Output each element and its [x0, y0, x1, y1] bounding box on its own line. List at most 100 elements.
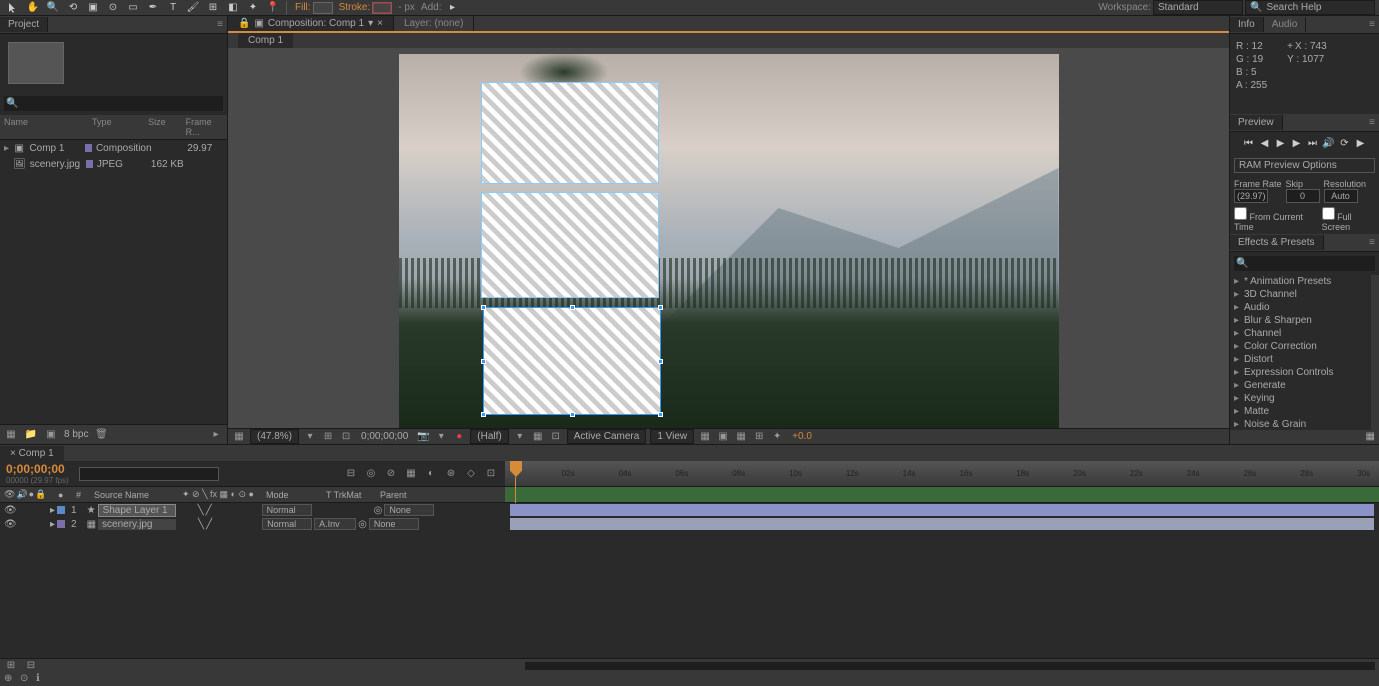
stroke-width[interactable]: - px [398, 2, 415, 13]
label-color[interactable] [86, 160, 93, 168]
expand-panel-icon[interactable]: ▸ [209, 428, 223, 442]
mode-dropdown[interactable]: Normal [262, 518, 312, 530]
search-help[interactable]: 🔍 Search Help [1245, 0, 1375, 15]
rectangle-tool[interactable]: ▭ [124, 1, 142, 15]
roto-tool[interactable]: ✦ [244, 1, 262, 15]
effects-category[interactable]: ▸Audio [1230, 301, 1371, 314]
audio-switch-icon[interactable]: 🔊 [16, 489, 27, 500]
first-frame-button[interactable]: ⏮ [1242, 136, 1256, 150]
rgb-icon[interactable]: ● [452, 430, 466, 444]
flowchart-icon[interactable]: ⊞ [752, 430, 766, 444]
roi-icon[interactable]: ▾ [513, 430, 527, 444]
timeline-timecode[interactable]: 0;00;00;00 [6, 462, 69, 476]
layer-bar[interactable] [510, 518, 1374, 530]
project-item[interactable]: 🖼 scenery.jpg JPEG 162 KB [0, 156, 227, 172]
always-preview-icon[interactable]: ▦ [232, 430, 246, 444]
quality-dropdown[interactable]: (Half) [470, 429, 508, 444]
label-color[interactable] [57, 520, 65, 528]
switch-icon[interactable]: ╲ [198, 519, 204, 530]
preview-tab[interactable]: Preview [1230, 115, 1283, 130]
prev-frame-button[interactable]: ◀ [1258, 136, 1272, 150]
from-current-time-check[interactable]: From Current Time [1234, 207, 1314, 232]
parent-dropdown[interactable]: None [369, 518, 419, 530]
solo-switch-icon[interactable]: ● [29, 489, 34, 500]
panel-menu-icon[interactable]: ≡ [1369, 19, 1375, 30]
label-color[interactable] [57, 506, 65, 514]
pickwhip-icon[interactable]: ◎ [358, 519, 367, 530]
folder-icon[interactable]: 📁 [24, 428, 38, 442]
effects-category[interactable]: ▸Color Correction [1230, 340, 1371, 353]
zoom-slider[interactable] [525, 662, 1375, 670]
bpc-label[interactable]: 8 bpc [64, 429, 88, 440]
comp-viewer-tab[interactable]: 🔒 ▣ Composition: Comp 1 ▾ × [228, 16, 394, 31]
interpret-icon[interactable]: ▦ [4, 428, 18, 442]
effects-category[interactable]: ▸* Animation Presets [1230, 275, 1371, 288]
brush-tool[interactable]: 🖌 [184, 1, 202, 15]
effects-search[interactable]: 🔍 [1234, 256, 1375, 271]
project-search-input[interactable] [18, 98, 221, 109]
panel-menu-icon[interactable]: ≡ [1369, 237, 1375, 248]
layer-viewer-tab[interactable]: Layer: (none) [394, 16, 474, 31]
effects-category[interactable]: ▸3D Channel [1230, 288, 1371, 301]
eraser-tool[interactable]: ◧ [224, 1, 242, 15]
expand-icon[interactable]: ▸ [4, 143, 13, 154]
pen-tool[interactable]: ✒ [144, 1, 162, 15]
views-dropdown[interactable]: 1 View [650, 429, 694, 444]
mode-col[interactable]: Mode [266, 490, 322, 500]
pixel-aspect-icon[interactable]: ▦ [698, 430, 712, 444]
pan-behind-tool[interactable]: ⊙ [104, 1, 122, 15]
channel-icon[interactable]: ▾ [434, 430, 448, 444]
reset-exposure-icon[interactable]: ✦ [770, 430, 784, 444]
ram-preview-button[interactable]: ▶ [1354, 136, 1368, 150]
hand-tool[interactable]: ✋ [24, 1, 42, 15]
text-tool[interactable]: T [164, 1, 182, 15]
info-tab[interactable]: Info [1230, 17, 1264, 32]
motion-blur-icon[interactable]: ◐ [423, 466, 439, 482]
effects-category[interactable]: ▸Expression Controls [1230, 366, 1371, 379]
timeline-search[interactable] [79, 467, 219, 481]
visibility-icon[interactable]: 👁 [4, 505, 16, 516]
full-screen-check[interactable]: Full Screen [1322, 207, 1375, 232]
clone-tool[interactable]: ⊞ [204, 1, 222, 15]
snapshot-icon[interactable]: 📷 [416, 430, 430, 444]
last-frame-button[interactable]: ⏭ [1306, 136, 1320, 150]
hide-shy-icon[interactable]: ⊘ [383, 466, 399, 482]
close-icon[interactable]: × [10, 448, 16, 459]
effects-category[interactable]: ▸Generate [1230, 379, 1371, 392]
project-item[interactable]: ▸ ▣ Comp 1 Composition 29.97 [0, 140, 227, 156]
preview-options-dropdown[interactable]: RAM Preview Options [1234, 158, 1375, 173]
header-type[interactable]: Type [92, 117, 148, 137]
trkmat-col[interactable]: T TrkMat [326, 490, 376, 500]
3d-icon[interactable]: ⊡ [549, 430, 563, 444]
dropdown-icon[interactable]: ▾ [368, 18, 373, 29]
header-fps[interactable]: Frame R... [186, 117, 223, 137]
new-bin-icon[interactable]: ▦ [1366, 431, 1375, 442]
exposure-value[interactable]: +0.0 [788, 431, 816, 442]
auto-keyframe-icon[interactable]: ◇ [463, 466, 479, 482]
res-icon[interactable]: ▾ [303, 430, 317, 444]
workspace-select[interactable]: Standard [1153, 0, 1243, 15]
skip-field[interactable] [1286, 189, 1320, 203]
layer-name[interactable]: Shape Layer 1 [98, 504, 176, 517]
guides-icon[interactable]: ⊡ [339, 430, 353, 444]
stroke-swatch[interactable] [372, 2, 392, 14]
switch-icon[interactable]: ╱ [206, 505, 212, 516]
parent-dropdown[interactable]: None [384, 504, 434, 516]
fast-preview-icon[interactable]: ▣ [716, 430, 730, 444]
shape-rectangle-selected[interactable] [483, 307, 661, 415]
label-color[interactable] [85, 144, 92, 152]
timeline-ruler[interactable]: 02s 04s 06s 08s 10s 12s 14s 16s 18s 20s … [505, 461, 1379, 486]
timeline-tab[interactable]: × Comp 1 [0, 446, 64, 461]
camera-tool[interactable]: ▣ [84, 1, 102, 15]
header-size[interactable]: Size [148, 117, 185, 137]
mute-button[interactable]: 🔊 [1322, 136, 1336, 150]
trkmat-dropdown[interactable]: A.Inv [314, 518, 356, 530]
status-icon[interactable]: ⊙ [20, 673, 32, 685]
pickwhip-icon[interactable]: ◎ [374, 505, 383, 516]
panel-menu-icon[interactable]: ≡ [1369, 117, 1375, 128]
status-icon[interactable]: ⊕ [4, 673, 16, 685]
canvas[interactable] [399, 54, 1059, 428]
video-switch-icon[interactable]: 👁 [4, 489, 15, 500]
next-frame-button[interactable]: ▶ [1290, 136, 1304, 150]
layer-row[interactable]: 👁 ▸ 1 ★ Shape Layer 1 ╲ ╱ Normal ◎ None [0, 503, 505, 517]
